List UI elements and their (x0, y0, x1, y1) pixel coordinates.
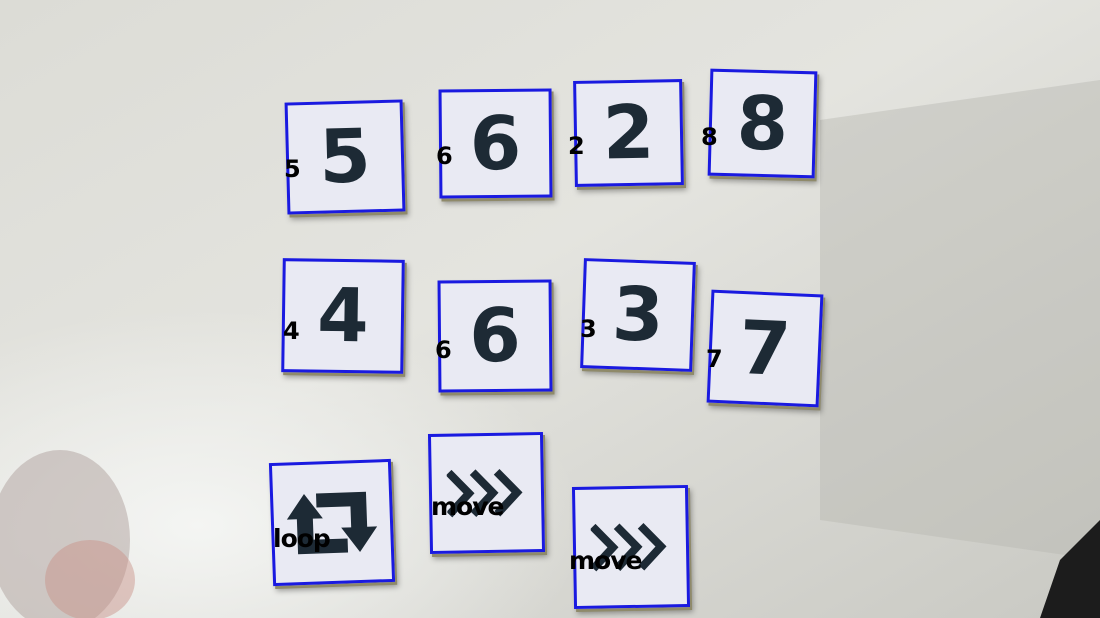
photo-scene: 5 6 2 8 4 6 3 7 5 6 2 8 4 6 3 7 loop mov… (0, 0, 1100, 618)
detection-label: 2 (568, 132, 585, 160)
card-glyph: 8 (735, 79, 790, 168)
loop-arrows-icon (272, 462, 392, 583)
detection-label: 3 (580, 315, 597, 343)
number-card-4[interactable]: 4 (281, 258, 405, 374)
card-glyph: 4 (316, 272, 370, 360)
number-card-3[interactable]: 3 (580, 258, 696, 372)
detection-label: loop (273, 524, 331, 553)
loop-card[interactable] (268, 458, 396, 587)
card-glyph: 6 (468, 292, 522, 380)
detection-label: move (569, 546, 642, 575)
number-card-2[interactable]: 2 (573, 79, 684, 187)
detection-label: 8 (701, 123, 718, 151)
card-glyph: 6 (469, 100, 522, 187)
detection-label: 4 (283, 317, 300, 345)
card-glyph: 3 (610, 271, 666, 359)
detection-label: move (431, 492, 504, 521)
detection-label: 7 (706, 345, 723, 373)
number-card-6[interactable]: 6 (438, 88, 553, 199)
number-card-6[interactable]: 6 (437, 279, 553, 393)
number-card-5[interactable]: 5 (284, 99, 406, 215)
card-glyph: 7 (737, 304, 793, 393)
detection-label: 6 (435, 336, 452, 364)
card-glyph: 2 (602, 89, 655, 177)
card-glyph: 5 (318, 113, 372, 201)
number-card-8[interactable]: 8 (707, 68, 818, 179)
number-card-7[interactable]: 7 (706, 289, 824, 408)
detection-label: 5 (284, 155, 301, 183)
detection-label: 6 (436, 142, 453, 170)
